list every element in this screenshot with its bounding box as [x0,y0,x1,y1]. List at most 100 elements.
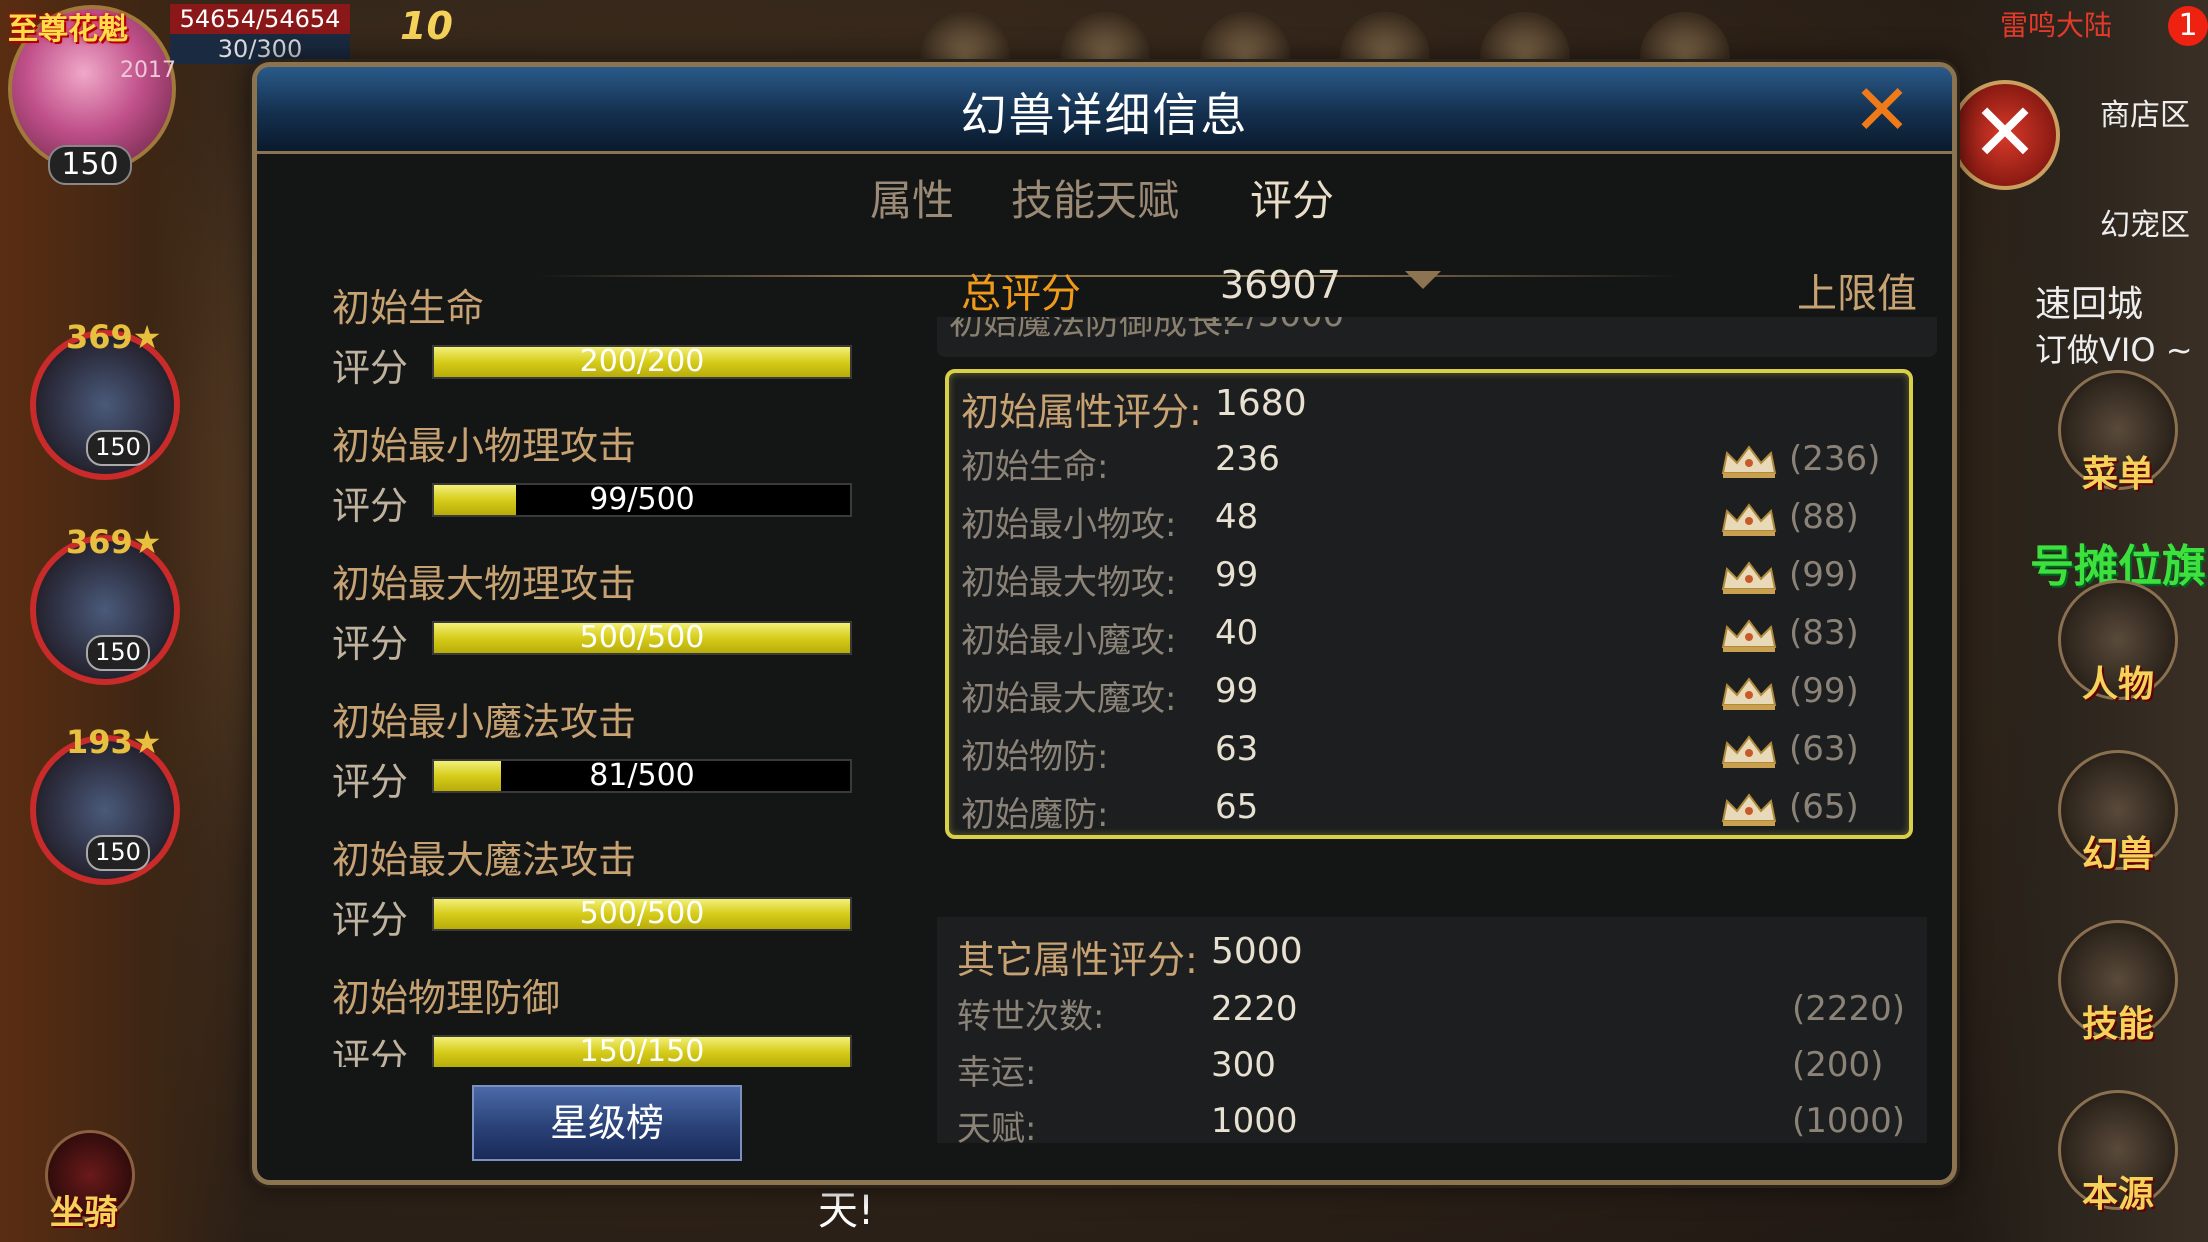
pet-stars: 193★ [66,723,162,761]
attr-name: 初始最小物理攻击 [332,424,637,468]
section-value: 1680 [1215,383,1307,424]
attr-name: 初始最大魔法攻击 [332,838,637,882]
score-row: 初始最小魔攻: 40 (83) [949,605,1909,663]
score-row: 初始物防: 63 (63) [949,721,1909,779]
character-label: 人物 [2081,664,2154,705]
pet-button[interactable]: 幻兽 [2058,750,2178,875]
origin-button[interactable]: 本源 [2058,1090,2178,1215]
tab-score[interactable]: 评分 [1172,167,1412,228]
score-progress-bar: 150/150 [432,1034,852,1067]
shop-zone-link[interactable]: 商店区 [2100,90,2190,134]
origin-label: 本源 [2081,1174,2154,1215]
close-icon[interactable]: ✕ [1847,75,1917,145]
attr-score-item: 初始物理防御 评分 150/150 [332,967,892,1067]
map-name: 雷鸣大陆 [2000,9,2113,42]
attr-name: 初始物理防御 [332,976,561,1020]
score-label: 评分 [332,484,409,528]
menu-button[interactable]: 菜单 [2058,370,2178,495]
score-bar-text: 500/500 [579,620,705,655]
pet-level: 150 [86,835,150,871]
hp-bar: 54654/54654 [170,4,350,34]
pet-label: 幻兽 [2081,834,2154,875]
cut-row-value: 12/5000 [1203,317,1344,335]
character-button[interactable]: 人物 [2058,580,2178,705]
scrolled-row: 初始魔法防御成长: 12/5000 [937,317,1937,357]
total-score-row: 总评分 36907 上限值 [937,257,1937,317]
total-score-label: 总评分 [961,271,1081,317]
score-row: 初始最大物攻: 99 (99) [949,547,1909,605]
row-label: 初始最大物攻: [961,563,1177,603]
score-row: 初始最小物攻: 48 (88) [949,489,1909,547]
vip-badge[interactable]: 10 [400,4,453,48]
pet-stars: 369★ [66,318,162,356]
player-name: 至尊花魁 [8,12,128,47]
row-max: (88) [1789,497,1859,537]
row-value: 65 [1215,787,1259,827]
menu-label: 菜单 [2081,454,2154,495]
max-value-header: 上限值 [1797,271,1917,317]
score-bar-text: 200/200 [579,344,705,379]
row-max: (1000) [1792,1101,1906,1141]
star-ranking-button[interactable]: 星级榜 [472,1085,742,1161]
crown-icon [1721,561,1777,594]
other-score-header: 其它属性评分: 5000 [937,925,1927,983]
score-progress-bar: 81/500 [432,758,852,793]
row-label: 转世次数: [957,997,1105,1037]
year-tag: 2017 [120,58,176,83]
initial-attr-score-box: 初始属性评分: 1680 初始生命: 236 (236) 初始最小物攻: 48 … [945,369,1913,839]
score-label: 评分 [332,760,409,804]
attr-score-item: 初始最大魔法攻击 评分 500/500 [332,829,892,967]
score-label: 评分 [332,1036,409,1067]
row-max: (2220) [1792,989,1906,1029]
row-max: (99) [1789,555,1859,595]
row-max: (99) [1789,671,1859,711]
row-value: 99 [1215,555,1259,595]
chat-text: 天! [818,1188,875,1234]
row-label: 初始最小魔攻: [961,621,1177,661]
row-value: 1000 [1211,1101,1298,1141]
score-bar-text: 81/500 [589,758,695,793]
score-row: 初始魔防: 65 (65) [949,779,1909,837]
score-label: 评分 [332,622,409,666]
row-value: 99 [1215,671,1259,711]
skill-button[interactable]: 技能 [2058,920,2178,1045]
row-label: 初始最小物攻: [961,505,1177,545]
row-value: 40 [1215,613,1259,653]
score-row: 初始最大魔攻: 99 (99) [949,663,1909,721]
attr-score-item: 初始生命 评分 200/200 [332,277,892,415]
outer-close-button[interactable]: ✕ [1950,80,2060,190]
pet-slot-3[interactable]: 193★ 150 [30,723,180,885]
row-max: (63) [1789,729,1859,769]
return-city-link[interactable]: 速回城 [2035,275,2143,327]
pet-zone-link[interactable]: 幻宠区 [2100,200,2190,244]
notification-badge[interactable]: 1 [2168,6,2208,46]
crown-icon [1721,619,1777,652]
pet-slot-2[interactable]: 369★ 150 [30,523,180,685]
crown-icon [1721,445,1777,478]
total-score-value: 36907 [1220,263,1341,307]
score-detail-panel[interactable]: 总评分 36907 上限值 初始魔法防御成长: 12/5000 初始属性评分: … [937,257,1937,1147]
mp-bar: 30/300 [170,34,350,64]
skill-label: 技能 [2081,1004,2154,1045]
row-label: 幸运: [957,1053,1037,1093]
score-row: 天赋: 1000 (1000) [937,1093,1927,1143]
row-value: 63 [1215,729,1259,769]
score-progress-bar: 500/500 [432,896,852,931]
score-bar-text: 500/500 [579,896,705,931]
row-label: 初始生命: [961,447,1109,487]
mount-label: 坐骑 [50,1193,118,1233]
section-label: 初始属性评分: [961,390,1202,434]
attr-name: 初始最大物理攻击 [332,562,637,606]
row-max: (200) [1792,1045,1884,1085]
pet-slot-1[interactable]: 369★ 150 [30,318,180,480]
section-label: 其它属性评分: [957,938,1198,982]
attribute-score-list[interactable]: 初始生命 评分 200/200 初始最小物理攻击 评分 99/500 初始最大物… [332,277,892,1067]
pet-stars: 369★ [66,523,162,561]
vip-order-text: 订做VIO ~ [2035,331,2193,369]
row-value: 236 [1215,439,1280,479]
score-row: 转世次数: 2220 (2220) [937,981,1927,1039]
row-value: 2220 [1211,989,1298,1029]
pet-level: 150 [86,430,150,466]
pet-detail-dialog: 幻兽详细信息 ✕ 属性 技能天赋 评分 初始生命 评分 200/200 初始最小… [252,62,1957,1185]
vip-level: 10 [400,4,453,48]
